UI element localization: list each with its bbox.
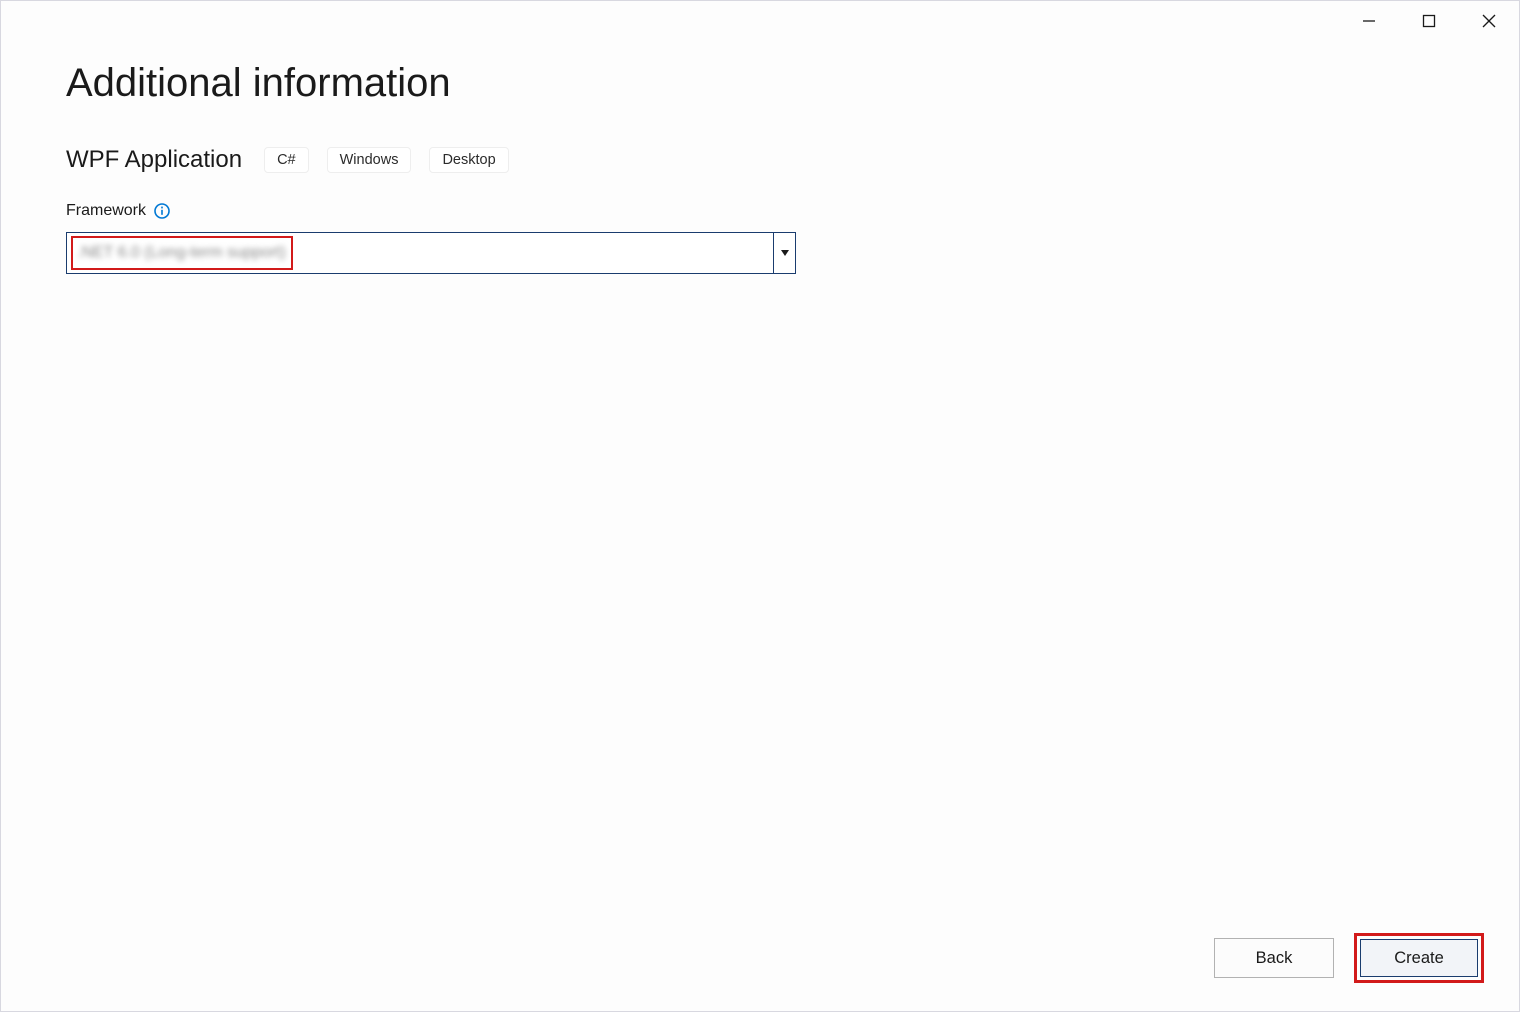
maximize-icon [1422, 14, 1436, 28]
minimize-button[interactable] [1339, 1, 1399, 41]
framework-select-value-area: .NET 6.0 (Long-term support) [67, 233, 773, 273]
back-button[interactable]: Back [1214, 938, 1334, 978]
framework-selected-value: .NET 6.0 (Long-term support) [77, 244, 286, 262]
close-icon [1482, 14, 1496, 28]
framework-label-row: Framework [66, 202, 1454, 220]
framework-field: Framework .NET 6.0 (Long-term support) [66, 202, 1454, 274]
chevron-down-icon [781, 250, 789, 256]
close-button[interactable] [1459, 1, 1519, 41]
create-button-highlight: Create [1354, 933, 1484, 983]
template-info-row: WPF Application C# Windows Desktop [66, 146, 1454, 174]
info-icon[interactable] [154, 203, 170, 219]
content-area: Additional information WPF Application C… [66, 61, 1454, 284]
maximize-button[interactable] [1399, 1, 1459, 41]
template-name: WPF Application [66, 146, 242, 174]
create-button[interactable]: Create [1360, 939, 1478, 977]
dialog-footer: Back Create [1214, 933, 1484, 983]
template-tag: Desktop [429, 147, 508, 173]
minimize-icon [1362, 14, 1376, 28]
template-tag: Windows [327, 147, 412, 173]
window-titlebar [1339, 1, 1519, 41]
framework-select[interactable]: .NET 6.0 (Long-term support) [66, 232, 796, 274]
framework-select-arrow[interactable] [773, 233, 795, 273]
page-title: Additional information [66, 61, 1454, 106]
template-tag: C# [264, 147, 309, 173]
framework-label: Framework [66, 202, 146, 220]
